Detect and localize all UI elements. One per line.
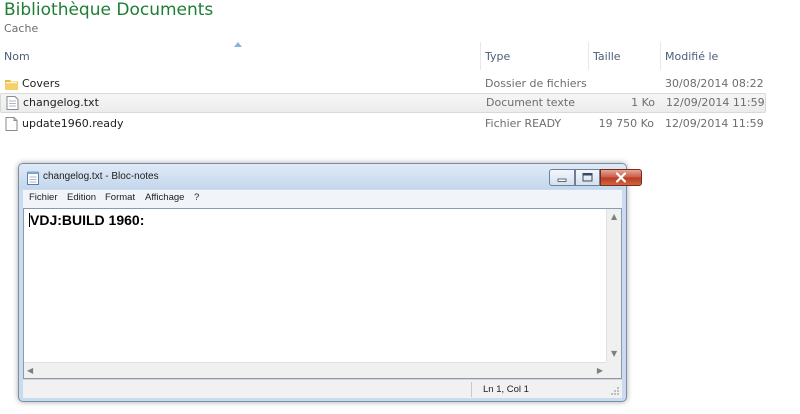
file-size: 19 750 Ko <box>598 117 654 130</box>
file-type: Fichier READY <box>485 117 562 130</box>
status-separator <box>471 382 472 397</box>
library-title: Bibliothèque Documents <box>4 0 214 20</box>
maximize-button[interactable] <box>575 169 600 186</box>
file-type: Document texte <box>486 96 575 109</box>
file-modified: 30/08/2014 08:22 <box>665 77 764 90</box>
menu-format[interactable]: Format <box>105 192 135 203</box>
scroll-down-arrow-icon[interactable]: ▼ <box>611 349 617 359</box>
notepad-statusbar: Ln 1, Col 1 <box>23 379 622 398</box>
horizontal-scrollbar[interactable]: ◀ ▶ <box>24 362 606 378</box>
library-subtitle: Cache <box>4 22 39 35</box>
scrollbar-corner <box>606 362 621 378</box>
minimize-icon <box>557 178 567 182</box>
file-name: changelog.txt <box>23 96 99 109</box>
file-name: Covers <box>22 77 60 90</box>
file-row[interactable]: Covers Dossier de fichiers 30/08/2014 08… <box>0 74 766 94</box>
file-modified: 12/09/2014 11:59 <box>665 117 764 130</box>
file-type: Dossier de fichiers <box>485 77 587 90</box>
column-header-type[interactable]: Type <box>481 42 589 70</box>
menu-fichier[interactable]: Fichier <box>29 192 58 203</box>
file-icon <box>5 117 18 131</box>
notepad-menubar: Fichier Edition Format Affichage ? <box>23 190 622 208</box>
menu-affichage[interactable]: Affichage <box>145 192 184 203</box>
file-size: 1 Ko <box>631 96 655 109</box>
notepad-text-area[interactable]: VDJ:BUILD 1960: ▲ ▼ ◀ ▶ <box>23 208 622 379</box>
window-controls <box>549 169 642 186</box>
column-header-bar: Nom Type Taille Modifié le <box>0 42 800 70</box>
notepad-titlebar[interactable]: changelog.txt - Bloc-notes <box>19 164 642 189</box>
close-icon <box>615 172 627 183</box>
vertical-scrollbar[interactable]: ▲ ▼ <box>606 209 621 362</box>
maximize-icon <box>582 173 593 182</box>
file-row[interactable]: update1960.ready Fichier READY 19 750 Ko… <box>0 114 766 134</box>
column-header-size[interactable]: Taille <box>589 42 661 70</box>
notepad-window[interactable]: changelog.txt - Bloc-notes Fichier Editi… <box>18 163 642 402</box>
close-button[interactable] <box>600 169 642 186</box>
resize-grip-icon[interactable] <box>610 386 620 396</box>
cursor-position: Ln 1, Col 1 <box>483 384 529 395</box>
menu-help[interactable]: ? <box>194 192 199 203</box>
notepad-content: VDJ:BUILD 1960: <box>30 212 145 228</box>
notepad-title: changelog.txt - Bloc-notes <box>43 171 159 182</box>
file-modified: 12/09/2014 11:59 <box>666 96 765 109</box>
file-name: update1960.ready <box>22 117 124 130</box>
scroll-left-arrow-icon[interactable]: ◀ <box>27 366 33 376</box>
minimize-button[interactable] <box>549 169 575 186</box>
scroll-up-arrow-icon[interactable]: ▲ <box>611 212 617 222</box>
folder-icon <box>5 80 18 90</box>
column-header-modified[interactable]: Modifié le <box>661 42 766 70</box>
column-header-name[interactable]: Nom <box>0 42 481 70</box>
notepad-app-icon <box>27 171 39 185</box>
scroll-right-arrow-icon[interactable]: ▶ <box>597 366 603 376</box>
text-file-icon <box>6 96 19 110</box>
file-row-selected[interactable]: changelog.txt Document texte 1 Ko 12/09/… <box>0 93 766 113</box>
menu-edition[interactable]: Edition <box>67 192 96 203</box>
